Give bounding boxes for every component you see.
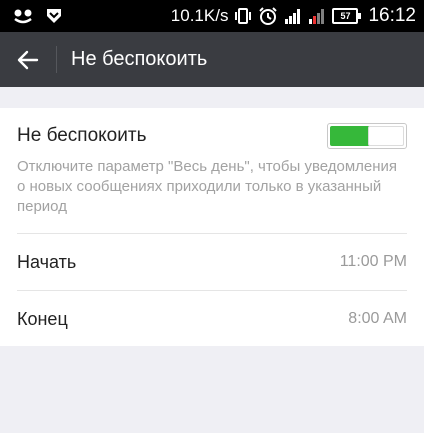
start-time-value: 11:00 PM (339, 253, 407, 270)
app-bar-divider (56, 46, 57, 73)
end-time-label: Конец (17, 308, 68, 329)
toggle-fill (330, 126, 370, 146)
dnd-row: Не беспокоить (17, 120, 407, 152)
battery-icon: 57 (332, 8, 362, 24)
shield-notification-icon (46, 8, 62, 24)
settings-card: Не беспокоить Отключите параметр "Весь д… (0, 108, 424, 346)
toggle-knob (368, 126, 404, 146)
dnd-label: Не беспокоить (17, 125, 147, 146)
end-time-value: 8:00 AM (348, 310, 407, 327)
page-title: Не беспокоить (71, 48, 208, 70)
status-time: 16:12 (368, 5, 416, 26)
status-bar-right: 10.1K/s 57 16:12 (171, 5, 416, 27)
alarm-icon (258, 6, 278, 26)
end-time-row[interactable]: Конец 8:00 AM (17, 291, 407, 347)
battery-level: 57 (340, 11, 351, 21)
signal-icon (284, 7, 302, 25)
dnd-hint: Отключите параметр "Весь день", чтобы ув… (17, 158, 398, 215)
arrow-left-icon (17, 50, 39, 69)
status-bar: 10.1K/s 57 16:12 (0, 0, 424, 32)
back-button[interactable] (0, 32, 56, 87)
signal-icon (308, 7, 326, 25)
net-speed: 10.1K/s (170, 6, 229, 25)
app-bar: Не беспокоить (0, 32, 424, 87)
vibrate-icon (234, 7, 252, 25)
start-time-row[interactable]: Начать 11:00 PM (17, 234, 407, 290)
app-notification-icon (12, 8, 34, 24)
dnd-toggle[interactable] (327, 123, 407, 149)
start-time-label: Начать (17, 251, 77, 272)
status-bar-left (12, 8, 62, 24)
